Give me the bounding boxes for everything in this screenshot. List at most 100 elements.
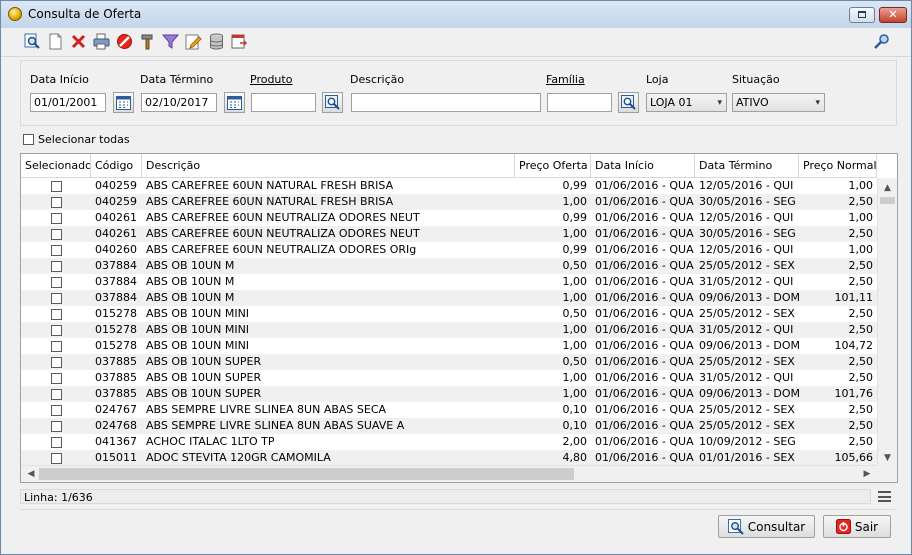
scroll-down-icon[interactable]: ▼	[878, 450, 897, 466]
table-row[interactable]: 037885 ABS OB 10UN SUPER 1,00 01/06/2016 - …	[21, 370, 877, 386]
table-row[interactable]: 040259 ABS CAREFREE 60UN NATURAL FRESH BR…	[21, 194, 877, 210]
data-termino-field[interactable]: 02/10/2017	[141, 93, 217, 112]
data-termino-calendar-button[interactable]	[224, 92, 245, 113]
produto-label[interactable]: Produto	[250, 73, 292, 86]
column-header-data-termino[interactable]: Data Término	[695, 154, 799, 178]
data-inicio-field[interactable]: 01/01/2001	[30, 93, 106, 112]
row-checkbox[interactable]	[50, 212, 62, 224]
table-row[interactable]: 024768 ABS SEMPRE LIVRE SLINEA 8UN ABAS S…	[21, 418, 877, 434]
codigo-cell: 015278	[95, 339, 137, 352]
column-header-preco-normal[interactable]: Preço Normal	[799, 154, 877, 178]
scroll-left-icon[interactable]: ◀	[23, 466, 39, 482]
table-body: 040259 ABS CAREFREE 60UN NATURAL FRESH BR…	[21, 178, 877, 466]
loja-select[interactable]: LOJA 01 ▾	[646, 93, 727, 112]
row-checkbox[interactable]	[50, 324, 62, 336]
table-row[interactable]: 037885 ABS OB 10UN SUPER 1,00 01/06/2016 - …	[21, 386, 877, 402]
scroll-up-icon[interactable]: ▲	[878, 180, 897, 196]
data-termino-cell: 25/05/2012 - SEX	[699, 419, 795, 432]
row-checkbox[interactable]	[50, 356, 62, 368]
calendar-export-button[interactable]	[230, 32, 248, 50]
data-inicio-cell: 01/06/2016 - QUA	[595, 355, 694, 368]
toolbar-divider	[1, 56, 911, 57]
preco-normal-cell: 105,66	[834, 451, 874, 464]
tools-button[interactable]	[138, 32, 156, 50]
data-termino-cell: 30/05/2016 - SEG	[699, 227, 796, 240]
column-header-codigo[interactable]: Código	[91, 154, 142, 178]
scroll-thumb[interactable]	[880, 197, 895, 204]
row-checkbox[interactable]	[50, 260, 62, 272]
row-checkbox[interactable]	[50, 388, 62, 400]
delete-button[interactable]	[69, 32, 87, 50]
select-all-checkbox[interactable]: Selecionar todas	[23, 132, 130, 146]
data-inicio-calendar-button[interactable]	[113, 92, 134, 113]
restore-button[interactable]	[849, 7, 875, 23]
situacao-select[interactable]: ATIVO ▾	[732, 93, 825, 112]
filter-button[interactable]	[161, 32, 179, 50]
row-checkbox[interactable]	[50, 420, 62, 432]
row-checkbox[interactable]	[50, 340, 62, 352]
table-row[interactable]: 015011 ADOC STEVITA 120GR CAMOMILA 4,80 01/…	[21, 450, 877, 466]
scroll-thumb[interactable]	[39, 468, 574, 480]
row-checkbox[interactable]	[50, 436, 62, 448]
familia-field[interactable]	[547, 93, 612, 112]
row-checkbox[interactable]	[50, 244, 62, 256]
edit-button[interactable]	[184, 32, 202, 50]
calendar-icon	[227, 95, 242, 110]
database-button[interactable]	[207, 32, 225, 50]
preco-oferta-cell: 1,00	[562, 195, 588, 208]
consultar-button[interactable]: Consultar	[718, 515, 815, 538]
table-row[interactable]: 037884 ABS OB 10UN M 0,50 01/06/2016 - QUA 2…	[21, 258, 877, 274]
cancel-button[interactable]	[115, 32, 133, 50]
data-termino-cell: 10/09/2012 - SEG	[699, 435, 796, 448]
descricao-cell: ABS CAREFREE 60UN NEUTRALIZA ODORES NEUT	[146, 227, 420, 240]
row-checkbox[interactable]	[50, 308, 62, 320]
row-checkbox[interactable]	[50, 276, 62, 288]
checkbox[interactable]	[23, 133, 34, 145]
sair-button[interactable]: Sair	[823, 515, 891, 538]
scroll-right-icon[interactable]: ▶	[859, 466, 875, 482]
table-row[interactable]: 037884 ABS OB 10UN M 1,00 01/06/2016 - QUA 0…	[21, 290, 877, 306]
column-header-data-inicio[interactable]: Data Início	[591, 154, 695, 178]
familia-label[interactable]: Família	[546, 73, 585, 86]
preco-oferta-cell: 0,99	[562, 211, 588, 224]
row-checkbox[interactable]	[50, 180, 62, 192]
table-row[interactable]: 041367 ACHOC ITALAC 1LTO TP 2,00 01/06/2016…	[21, 434, 877, 450]
window: Consulta de Oferta ✕ Data Início 01/01/2…	[0, 0, 912, 555]
table-row[interactable]: 040261 ABS CAREFREE 60UN NEUTRALIZA ODORE…	[21, 226, 877, 242]
preco-oferta-cell: 0,99	[562, 179, 588, 192]
data-inicio-cell: 01/06/2016 - QUA	[595, 371, 694, 384]
table-row[interactable]: 040260 ABS CAREFREE 60UN NEUTRALIZA ODORE…	[21, 242, 877, 258]
table-row[interactable]: 015278 ABS OB 10UN MINI 1,00 01/06/2016 - Q…	[21, 322, 877, 338]
produto-field[interactable]	[251, 93, 316, 112]
table-row[interactable]: 040261 ABS CAREFREE 60UN NEUTRALIZA ODORE…	[21, 210, 877, 226]
search-document-button[interactable]	[23, 32, 41, 50]
familia-search-button[interactable]	[618, 92, 639, 113]
row-checkbox[interactable]	[50, 452, 62, 464]
new-document-button[interactable]	[46, 32, 64, 50]
data-termino-cell: 09/06/2013 - DOM	[699, 291, 799, 304]
horizontal-scrollbar[interactable]: ◀ ▶	[21, 465, 877, 482]
data-inicio-cell: 01/06/2016 - QUA	[595, 211, 694, 224]
table-row[interactable]: 037885 ABS OB 10UN SUPER 0,50 01/06/2016 - …	[21, 354, 877, 370]
hamburger-menu-icon[interactable]	[878, 491, 891, 502]
row-checkbox[interactable]	[50, 372, 62, 384]
row-checkbox[interactable]	[50, 292, 62, 304]
table-row[interactable]: 015278 ABS OB 10UN MINI 1,00 01/06/2016 - Q…	[21, 338, 877, 354]
descricao-field[interactable]	[351, 93, 541, 112]
produto-search-button[interactable]	[322, 92, 343, 113]
column-header-descricao[interactable]: Descrição	[142, 154, 515, 178]
table-row[interactable]: 024767 ABS SEMPRE LIVRE SLINEA 8UN ABAS S…	[21, 402, 877, 418]
row-checkbox[interactable]	[50, 228, 62, 240]
table-row[interactable]: 037884 ABS OB 10UN M 1,00 01/06/2016 - QUA 3…	[21, 274, 877, 290]
row-checkbox[interactable]	[50, 404, 62, 416]
column-header-preco-oferta[interactable]: Preço Oferta	[515, 154, 591, 178]
find-button[interactable]	[872, 32, 890, 50]
table-row[interactable]: 015278 ABS OB 10UN MINI 0,50 01/06/2016 - Q…	[21, 306, 877, 322]
close-window-button[interactable]: ✕	[879, 7, 907, 23]
print-button[interactable]	[92, 32, 110, 50]
column-header-selecionado[interactable]: Selecionado	[21, 154, 91, 178]
preco-normal-cell: 2,50	[848, 195, 874, 208]
vertical-scrollbar[interactable]: ▲ ▼	[877, 178, 897, 466]
table-row[interactable]: 040259 ABS CAREFREE 60UN NATURAL FRESH BR…	[21, 178, 877, 194]
row-checkbox[interactable]	[50, 196, 62, 208]
